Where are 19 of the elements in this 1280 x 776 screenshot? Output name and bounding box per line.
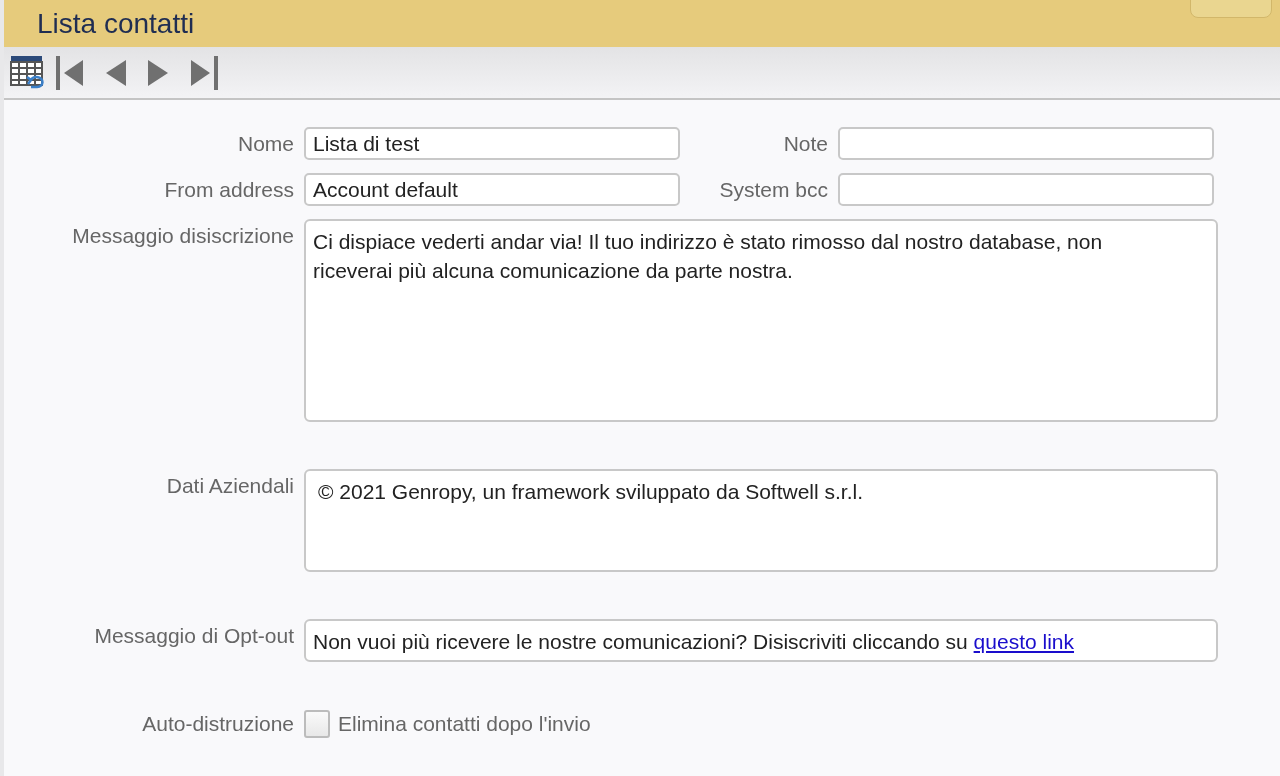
field-label: From address — [163, 177, 294, 203]
text-field[interactable]: Lista di test — [304, 127, 680, 160]
link[interactable]: questo link — [973, 630, 1074, 653]
checkbox-label: Elimina contatti dopo l'invio — [338, 711, 591, 736]
field-label: Auto-distruzione — [141, 711, 294, 737]
field-label: Note — [782, 131, 828, 157]
field-label: Messaggio di Opt-out — [93, 623, 294, 649]
field-label: Dati Aziendali — [165, 473, 294, 499]
field-label: Nome — [236, 131, 294, 157]
text-area[interactable]: Non vuoi più ricevere le nostre comunicazioni? Disiscriviti cliccando su questo link — [304, 619, 1218, 662]
text-field[interactable] — [838, 173, 1214, 206]
field-label: System bcc — [718, 177, 828, 203]
field-label: Messaggio disiscrizione — [71, 223, 294, 249]
text-field[interactable] — [838, 127, 1214, 160]
text-area[interactable]: Ci dispiace vederti andar via! Il tuo indirizzo è stato rimosso dal nostro database, non riceverai più alcuna comunicazione da parte nostra. — [304, 219, 1218, 422]
text-field[interactable]: Account default — [304, 173, 680, 206]
window-title: Lista contatti — [37, 7, 195, 40]
checkbox[interactable] — [304, 709, 330, 738]
text-area[interactable]: © 2021 Genropy, un framework sviluppato da Softwell s.r.l. — [304, 469, 1218, 572]
